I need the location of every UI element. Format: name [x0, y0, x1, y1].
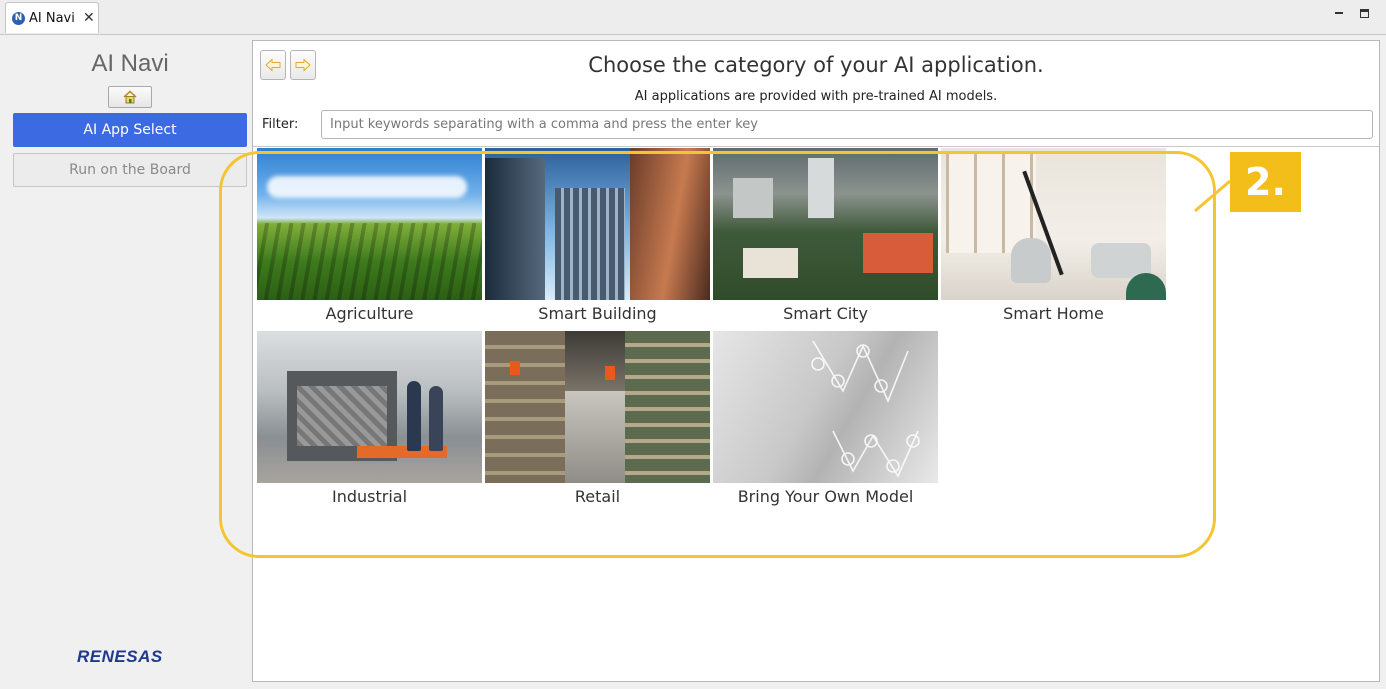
category-label: Bring Your Own Model	[737, 487, 914, 506]
tab-ai-navi[interactable]: N AI Navi ✕	[5, 2, 99, 33]
close-icon[interactable]: ✕	[83, 10, 95, 26]
category-label: Industrial	[331, 487, 408, 506]
maximize-icon[interactable]	[1360, 9, 1369, 18]
page-subtitle: AI applications are provided with pre-tr…	[634, 89, 998, 104]
category-label: Smart Building	[538, 304, 657, 323]
annotation-badge: 2.	[1230, 152, 1301, 212]
agriculture-image	[257, 148, 482, 300]
ai-navi-app-icon: N	[12, 12, 25, 25]
sidebar: AI Navi AI App Select Run on the Board R…	[9, 40, 251, 682]
sidebar-title: AI Navi	[91, 50, 169, 77]
category-label: Smart City	[783, 304, 868, 323]
home-icon	[123, 90, 137, 104]
header: Choose the category of your AI applicati…	[253, 41, 1379, 147]
retail-image	[485, 331, 710, 483]
industrial-image	[257, 331, 482, 483]
main-panel: Choose the category of your AI applicati…	[252, 40, 1380, 682]
smart-home-image	[941, 148, 1166, 300]
byom-image	[713, 331, 938, 483]
run-on-board-button[interactable]: Run on the Board	[13, 153, 247, 187]
smart-city-image	[713, 148, 938, 300]
ai-app-select-button[interactable]: AI App Select	[13, 113, 247, 147]
renesas-logo: RENESAS	[77, 647, 163, 666]
smart-building-image	[485, 148, 710, 300]
tab-bar: N AI Navi ✕	[0, 0, 1386, 35]
filter-input[interactable]	[321, 110, 1373, 139]
page-title: Choose the category of your AI applicati…	[588, 53, 1044, 77]
minimize-icon[interactable]	[1333, 4, 1345, 18]
category-label: Agriculture	[325, 304, 414, 323]
filter-label: Filter:	[262, 117, 299, 132]
category-label: Retail	[574, 487, 621, 506]
category-label: Smart Home	[1003, 304, 1104, 323]
home-button[interactable]	[108, 86, 152, 108]
tab-label: AI Navi	[29, 11, 75, 26]
